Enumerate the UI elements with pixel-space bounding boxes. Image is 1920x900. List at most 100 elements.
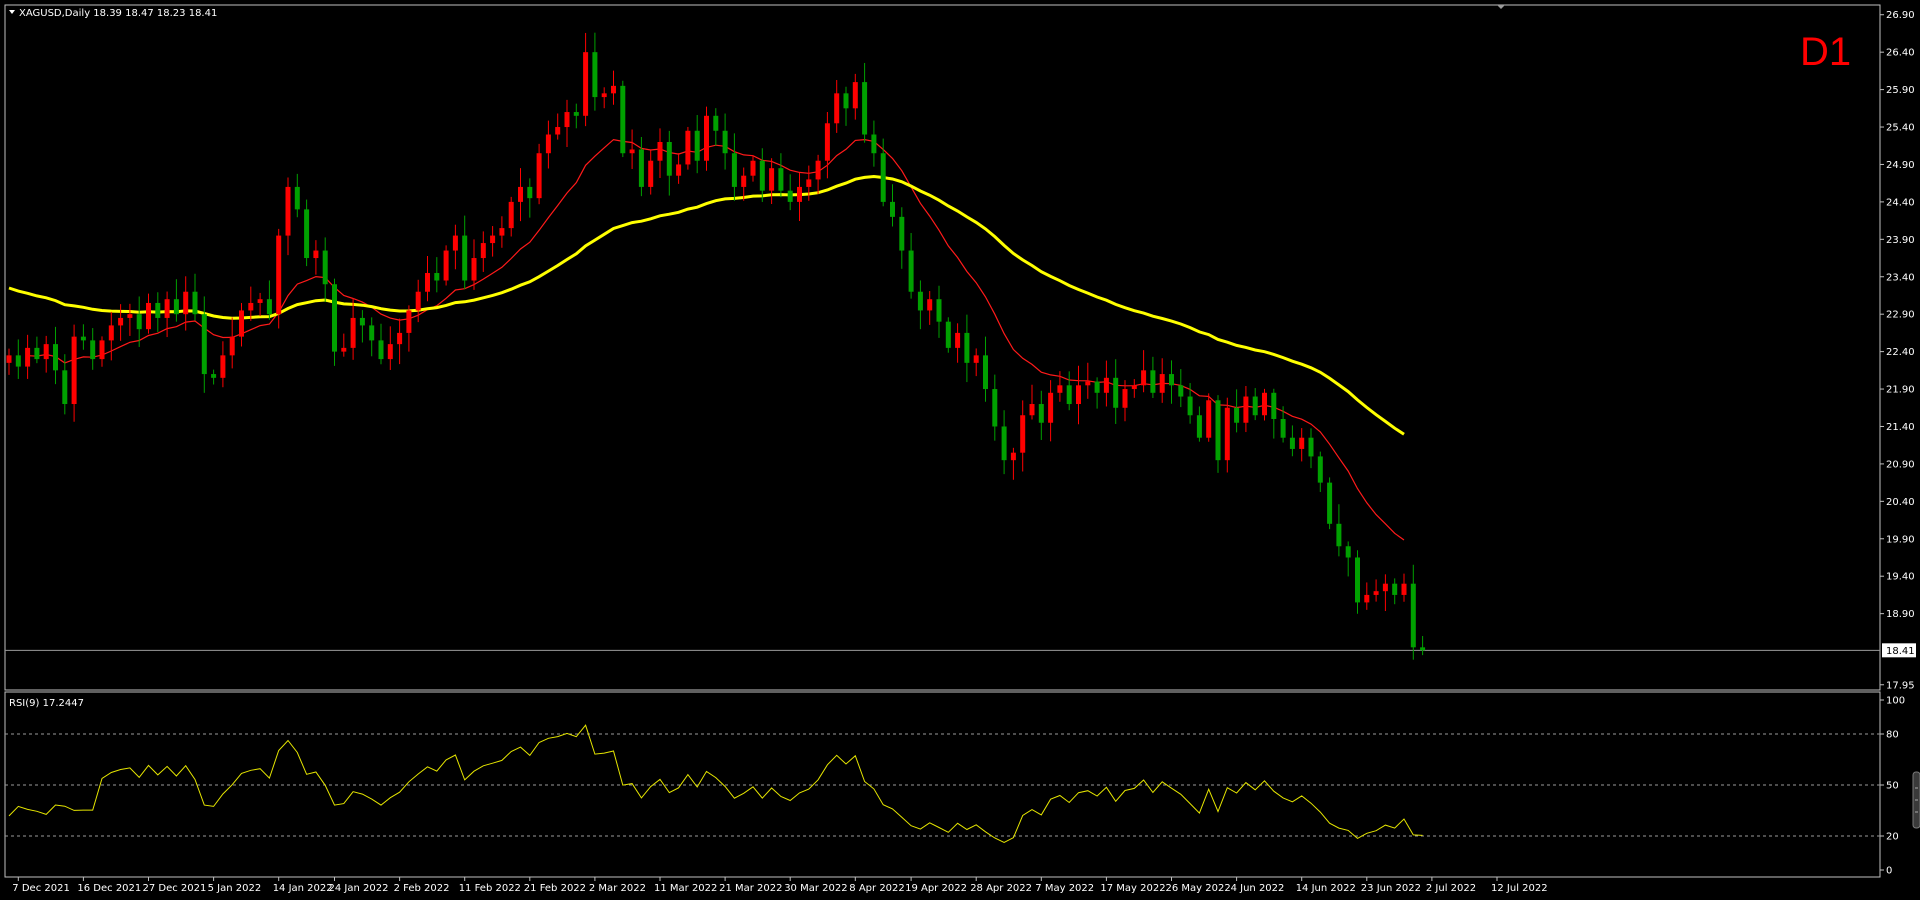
candle-body[interactable] (220, 355, 226, 378)
candle-body[interactable] (415, 291, 421, 311)
candle-body[interactable] (1076, 385, 1081, 405)
candle-body[interactable] (53, 344, 58, 371)
candle-body[interactable] (471, 258, 477, 281)
candle-body[interactable] (34, 347, 40, 360)
candle-body[interactable] (852, 82, 858, 109)
candle-body[interactable] (555, 127, 561, 135)
candle-body[interactable] (192, 291, 198, 315)
candle-body[interactable] (518, 186, 523, 202)
candle-body[interactable] (341, 347, 347, 352)
candle-body[interactable] (648, 160, 654, 187)
candle-body[interactable] (890, 201, 895, 217)
candle-body[interactable] (713, 115, 719, 131)
candle-body[interactable] (945, 321, 951, 348)
candle-body[interactable] (294, 186, 300, 210)
scrollbar-handle[interactable] (1912, 771, 1920, 829)
candle-body[interactable] (248, 302, 254, 311)
candle-body[interactable] (1420, 647, 1426, 651)
candle-body[interactable] (490, 235, 496, 244)
candle-body[interactable] (508, 201, 514, 229)
candle-body[interactable] (452, 235, 458, 251)
candle-body[interactable] (1010, 452, 1016, 461)
candle-body[interactable] (676, 164, 682, 176)
candle-body[interactable] (1317, 456, 1323, 483)
candle-body[interactable] (685, 130, 691, 165)
candle-body[interactable] (1131, 385, 1137, 390)
candle-body[interactable] (90, 340, 96, 360)
chart-canvas[interactable]: 26.90 26.40 25.90 25.40 24.90 24.40 23.90 23.40… (0, 0, 1920, 900)
candle-body[interactable] (545, 134, 551, 154)
candle-body[interactable] (1066, 385, 1072, 405)
candle-body[interactable] (443, 250, 449, 281)
candle-body[interactable] (638, 149, 644, 187)
candle-body[interactable] (201, 314, 207, 375)
candle-body[interactable] (1048, 392, 1054, 423)
candle-body[interactable] (276, 235, 282, 315)
candle-body[interactable] (1187, 396, 1193, 416)
candle-body[interactable] (536, 153, 542, 199)
candle-body[interactable] (1001, 426, 1007, 461)
candle-body[interactable] (1280, 418, 1286, 438)
candle-body[interactable] (1289, 437, 1295, 449)
candle-body[interactable] (992, 389, 998, 427)
candle-body[interactable] (425, 273, 430, 292)
candle-body[interactable] (787, 190, 793, 202)
candle-body[interactable] (1029, 404, 1035, 416)
candle-body[interactable] (1327, 482, 1333, 524)
candle-body[interactable] (1057, 385, 1063, 393)
candle-body[interactable] (583, 52, 589, 116)
candle-body[interactable] (1364, 594, 1370, 603)
candle-body[interactable] (229, 336, 235, 356)
candle-body[interactable] (239, 310, 244, 337)
candle-body[interactable] (397, 332, 403, 345)
candle-body[interactable] (1169, 374, 1174, 386)
candle-body[interactable] (266, 299, 272, 315)
candle-body[interactable] (1234, 407, 1240, 423)
candle-body[interactable] (527, 186, 533, 199)
candle-body[interactable] (1392, 583, 1398, 595)
candle-body[interactable] (322, 250, 328, 285)
candle-body[interactable] (880, 153, 886, 202)
candle-body[interactable] (257, 299, 263, 303)
candle-body[interactable] (741, 175, 747, 187)
candle-body[interactable] (15, 355, 21, 367)
candle-body[interactable] (611, 85, 616, 94)
candle-body[interactable] (462, 235, 468, 281)
candle-body[interactable] (155, 302, 161, 318)
candle-body[interactable] (1178, 385, 1184, 397)
candle-body[interactable] (722, 130, 728, 154)
candle-body[interactable] (304, 209, 310, 259)
candle-body[interactable] (843, 93, 849, 109)
candle-body[interactable] (285, 186, 291, 236)
candle-body[interactable] (1271, 392, 1277, 419)
candle-body[interactable] (1122, 389, 1128, 408)
candle-body[interactable] (834, 93, 840, 124)
candle-body[interactable] (1196, 415, 1202, 438)
candle-body[interactable] (1159, 374, 1165, 393)
candle-body[interactable] (1094, 381, 1100, 393)
candle-body[interactable] (480, 243, 486, 259)
candle-body[interactable] (1252, 396, 1258, 416)
candle-body[interactable] (1215, 400, 1221, 461)
candle-body[interactable] (62, 370, 68, 405)
candle-body[interactable] (750, 160, 756, 176)
candle-body[interactable] (434, 273, 440, 281)
candle-body[interactable] (387, 344, 393, 360)
candle-body[interactable] (378, 340, 384, 360)
candle-body[interactable] (973, 355, 979, 363)
candle-body[interactable] (1345, 546, 1351, 558)
candle-body[interactable] (1020, 415, 1026, 453)
candle-body[interactable] (704, 115, 709, 161)
candle-body[interactable] (359, 317, 365, 326)
candle-body[interactable] (964, 332, 970, 363)
candle-body[interactable] (25, 347, 31, 367)
candle-body[interactable] (806, 179, 812, 187)
candle-body[interactable] (350, 317, 356, 348)
candle-body[interactable] (871, 134, 877, 154)
candle-body[interactable] (1206, 400, 1212, 438)
candle-body[interactable] (927, 299, 933, 311)
candle-body[interactable] (313, 250, 319, 259)
candle-body[interactable] (573, 112, 579, 116)
candle-body[interactable] (778, 168, 784, 191)
candle-body[interactable] (108, 325, 114, 341)
